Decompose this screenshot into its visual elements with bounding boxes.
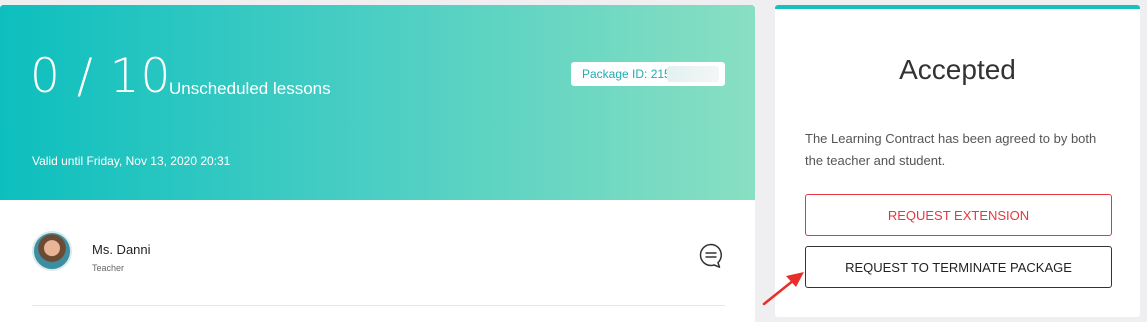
lesson-count-label: Unscheduled lessons: [169, 79, 331, 98]
teacher-avatar[interactable]: [32, 231, 72, 271]
teacher-name[interactable]: Ms. Danni: [92, 242, 151, 257]
valid-until: Valid until Friday, Nov 13, 2020 20:31: [32, 154, 230, 168]
package-id-text: Package ID: 215: [582, 67, 671, 81]
chat-bubble-icon[interactable]: [698, 242, 724, 268]
package-id-badge: Package ID: 215: [571, 62, 725, 86]
lesson-count: 0 / 10: [30, 49, 172, 104]
contract-description: The Learning Contract has been agreed to…: [805, 131, 1097, 168]
package-card: 0 / 10 Unscheduled lessons Package ID: 2…: [0, 5, 755, 322]
package-summary-banner: 0 / 10 Unscheduled lessons Package ID: 2…: [0, 5, 755, 200]
request-extension-button[interactable]: REQUEST EXTENSION: [805, 194, 1112, 236]
teacher-role: Teacher: [92, 263, 125, 273]
valid-until-prefix: Valid until: [32, 154, 84, 168]
contract-status-card: Accepted The Learning Contract has been …: [775, 5, 1140, 317]
redacted-id-mask: [667, 66, 719, 82]
valid-until-date: Friday, Nov 13, 2020 20:31: [86, 154, 231, 168]
red-arrow-icon: [762, 272, 804, 306]
teacher-row: Ms. Danni Teacher: [32, 231, 725, 306]
contract-status: Accepted: [899, 54, 1016, 85]
request-terminate-button[interactable]: REQUEST TO TERMINATE PACKAGE: [805, 246, 1112, 288]
